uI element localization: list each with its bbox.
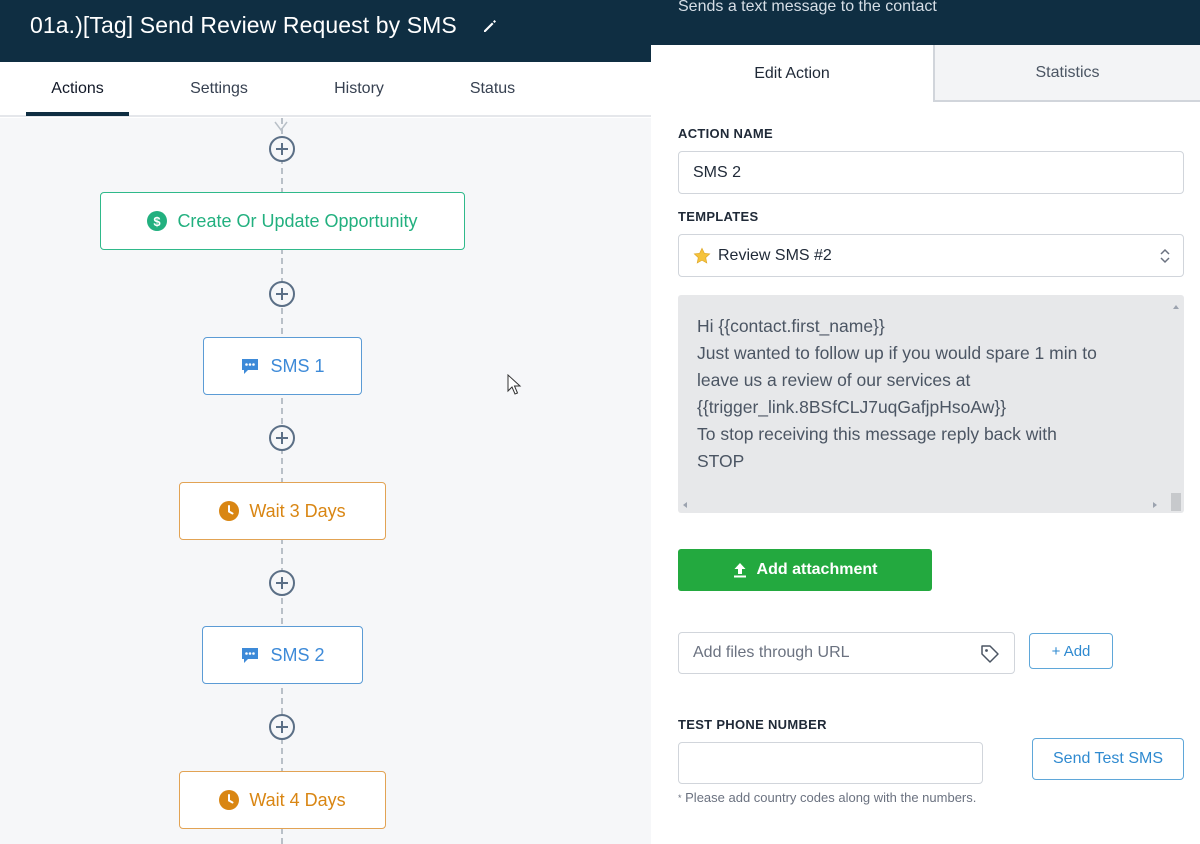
templates-label: TEMPLATES: [678, 209, 759, 224]
pencil-icon[interactable]: [482, 18, 498, 34]
chat-icon: [242, 359, 259, 374]
chat-icon: [242, 648, 259, 663]
test-phone-label: TEST PHONE NUMBER: [678, 717, 827, 732]
message-line: To stop receiving this message reply bac…: [697, 424, 1057, 444]
clock-icon: [219, 501, 240, 521]
add-attachment-button[interactable]: Add attachment: [678, 549, 932, 591]
tab-settings[interactable]: Settings: [170, 62, 268, 115]
upload-icon: [733, 563, 746, 578]
node-label: SMS 2: [270, 644, 325, 665]
tab-history[interactable]: History: [315, 62, 403, 115]
add-attachment-label: Add attachment: [756, 561, 878, 578]
add-step-button[interactable]: [269, 425, 295, 451]
test-phone-input[interactable]: [678, 742, 983, 784]
workflow-canvas[interactable]: $ Create Or Update Opportunity SMS 1 Wai…: [0, 118, 651, 844]
tag-icon: [981, 645, 999, 663]
file-url-placeholder: Add files through URL: [693, 644, 850, 661]
add-step-button[interactable]: [269, 570, 295, 596]
vertical-scrollbar[interactable]: [1168, 295, 1184, 513]
horizontal-scrollbar[interactable]: [678, 497, 1168, 513]
tab-status[interactable]: Status: [450, 62, 535, 115]
node-wait-4-days[interactable]: Wait 4 Days: [179, 771, 386, 829]
node-label: SMS 1: [270, 355, 325, 376]
arrow-down-icon: [274, 121, 288, 132]
node-sms-1[interactable]: SMS 1: [203, 337, 362, 395]
chevron-updown-icon: [1160, 248, 1170, 264]
template-selected-value: Review SMS #2: [718, 246, 832, 264]
add-step-button[interactable]: [269, 281, 295, 307]
message-body: Hi {{contact.first_name}} Just wanted to…: [697, 313, 1159, 475]
node-create-opportunity[interactable]: $ Create Or Update Opportunity: [100, 192, 465, 250]
action-name-input[interactable]: SMS 2: [678, 151, 1184, 194]
message-line: {{trigger_link.8BSfCLJ7uqGafjpHsoAw}}: [697, 397, 1007, 417]
file-url-input[interactable]: Add files through URL: [678, 632, 1015, 674]
template-select[interactable]: Review SMS #2: [678, 234, 1184, 277]
workflow-title[interactable]: 01a.)[Tag] Send Review Request by SMS: [30, 12, 457, 39]
tab-actions[interactable]: Actions: [26, 62, 129, 116]
country-code-hint: * Please add country codes along with th…: [678, 790, 977, 805]
add-step-button[interactable]: [269, 714, 295, 740]
workflow-tabs: Actions Settings History Status: [0, 62, 651, 117]
message-textarea[interactable]: Hi {{contact.first_name}} Just wanted to…: [678, 295, 1184, 513]
add-url-button[interactable]: + Add: [1029, 633, 1113, 669]
node-label: Wait 3 Days: [249, 500, 346, 521]
edit-action-panel: Edit Action Statistics ACTION NAME SMS 2…: [651, 45, 1200, 844]
send-test-sms-button[interactable]: Send Test SMS: [1032, 738, 1184, 780]
message-line: leave us a review of our services at: [697, 370, 971, 390]
dollar-icon: $: [147, 211, 168, 231]
node-label: Wait 4 Days: [249, 789, 346, 810]
action-name-label: ACTION NAME: [678, 126, 774, 141]
message-line: Hi {{contact.first_name}}: [697, 316, 885, 336]
message-line: Just wanted to follow up if you would sp…: [697, 343, 1097, 363]
action-name-value: SMS 2: [693, 163, 742, 181]
panel-subtitle: Sends a text message to the contact: [678, 0, 937, 15]
tab-edit-action[interactable]: Edit Action: [651, 45, 933, 102]
svg-text:$: $: [154, 214, 162, 229]
panel-tabs: Edit Action Statistics: [651, 45, 1200, 102]
clock-icon: [219, 790, 240, 810]
node-sms-2[interactable]: SMS 2: [202, 626, 363, 684]
star-icon: [693, 247, 711, 264]
workflow-header: 01a.)[Tag] Send Review Request by SMS: [0, 0, 651, 62]
mouse-cursor-icon: [507, 374, 522, 395]
node-label: Create Or Update Opportunity: [177, 210, 418, 231]
panel-header: Sends a text message to the contact: [651, 0, 1200, 45]
node-wait-3-days[interactable]: Wait 3 Days: [179, 482, 386, 540]
message-line: STOP: [697, 451, 745, 471]
tab-statistics[interactable]: Statistics: [933, 45, 1200, 102]
add-step-button[interactable]: [269, 136, 295, 162]
hint-text: Please add country codes along with the …: [685, 790, 977, 805]
